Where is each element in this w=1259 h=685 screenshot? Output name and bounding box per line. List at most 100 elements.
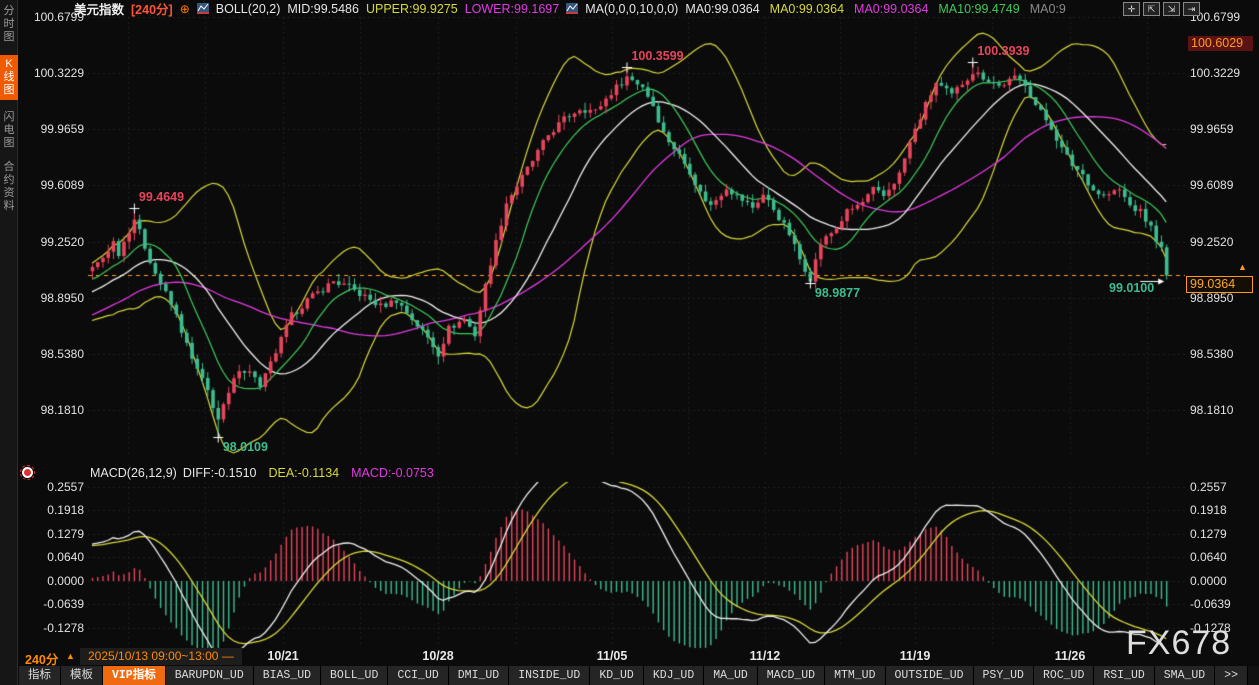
sidebar-tab-time-chart[interactable]: 分 时 图	[0, 5, 18, 44]
price-tick-left: 99.2520	[24, 235, 84, 249]
toolbar-item-MACD_UD[interactable]: MACD_UD	[758, 666, 825, 685]
macd-diff-value: DIFF:-0.1510	[183, 466, 257, 480]
toolbar-item-BARUPDN_UD[interactable]: BARUPDN_UD	[166, 666, 254, 685]
date-11/19: 11/19	[900, 649, 931, 663]
macd-dea-value: DEA:-0.1134	[268, 466, 339, 480]
price-tick-left: 100.3229	[24, 66, 84, 80]
date-10/21: 10/21	[267, 649, 298, 663]
toolbar-item-MTM_UD[interactable]: MTM_UD	[825, 666, 885, 685]
period-up-arrow-icon: ▲	[66, 651, 75, 661]
price-tick-right: 98.1810	[1190, 403, 1233, 417]
symbol-title: 美元指数	[74, 0, 124, 18]
macd-tick-right: 0.2557	[1190, 480, 1227, 494]
toolbar-item-指标[interactable]: 指标	[19, 666, 61, 685]
pan-icon[interactable]: ✛	[1123, 2, 1140, 16]
date-11/05: 11/05	[597, 649, 628, 663]
boll-label: BOLL(20,2)	[216, 2, 281, 16]
toolbar-item-MA_UD[interactable]: MA_UD	[704, 666, 758, 685]
price-tick-right: 99.2520	[1190, 235, 1233, 249]
indicator-settings-icon[interactable]	[22, 467, 33, 478]
scale-left-axis-icon[interactable]: ⇱	[1143, 2, 1160, 16]
toolbar-item-CCI_UD[interactable]: CCI_UD	[388, 666, 448, 685]
sidebar-tab-contract-info[interactable]: 合 约 资 料	[0, 161, 18, 213]
macd-tick-left: 0.1279	[24, 527, 84, 541]
macd-tick-left: 0.2557	[24, 480, 84, 494]
macd-tick-left: -0.0639	[24, 597, 84, 611]
time-range-chip[interactable]: 2025/10/13 09:00~13:00 —	[80, 648, 242, 665]
time-axis-row: 240分 ▲ 2025/10/13 09:00~13:00 — 10/2110/…	[19, 648, 1259, 666]
period-badge[interactable]: [240分]	[131, 0, 173, 18]
ma-group-label: MA(0,0,0,10,0,0)	[585, 2, 678, 16]
macd-tick-right: -0.0639	[1190, 597, 1231, 611]
sidebar-tab-kline-chart[interactable]: K 线 图	[0, 55, 18, 100]
ma-value-1: MA0:99.0364	[770, 2, 844, 16]
marker-98.9877: 98.9877	[815, 286, 860, 300]
toolbar-item-INSIDE_UD[interactable]: INSIDE_UD	[509, 666, 590, 685]
macd-tick-left: 0.0640	[24, 550, 84, 564]
indicator-toolbar: 指标模板VIP指标BARUPDN_UDBIAS_UDBOLL_UDCCI_UDD…	[19, 666, 1259, 685]
boll-lower-value: LOWER:99.1697	[465, 2, 560, 16]
price-tick-left: 99.9659	[24, 122, 84, 136]
date-11/26: 11/26	[1055, 649, 1086, 663]
ma-values: MA0:99.0364 MA0:99.0364 MA0:99.0364 MA10:99…	[685, 2, 1066, 16]
toolbar-item-模板[interactable]: 模板	[61, 666, 103, 685]
toolbar-item-OUTSIDE_UD[interactable]: OUTSIDE_UD	[886, 666, 974, 685]
marker-100.3939: 100.3939	[977, 44, 1029, 58]
sidebar-tab-flash-chart[interactable]: 闪 电 图	[0, 111, 18, 150]
marker-99.0100: 99.0100	[1082, 281, 1154, 295]
ma-indicator-icon[interactable]	[566, 3, 578, 14]
macd-tick-left: -0.1278	[24, 621, 84, 635]
toolbar-item-VIP指标[interactable]: VIP指标	[103, 666, 166, 685]
macd-tick-right: 0.0000	[1190, 574, 1227, 588]
marker-98.0109: 98.0109	[223, 440, 268, 454]
left-sidebar: 分 时 图 K 线 图闪 电 图合 约 资 料	[0, 0, 18, 685]
toolbar-item-KD_UD[interactable]: KD_UD	[590, 666, 644, 685]
macd-tick-left: 0.1918	[24, 503, 84, 517]
toolbar-item->>[interactable]: >>	[1215, 666, 1248, 685]
chart-header: 美元指数 [240分] ⊕ BOLL(20,2) MID:99.5486 UPP…	[74, 1, 1066, 16]
price-tick-left: 98.5380	[24, 347, 84, 361]
macd-tick-right: 0.1918	[1190, 503, 1227, 517]
chart-canvas[interactable]	[0, 0, 1259, 685]
marker-100.3599: 100.3599	[631, 49, 683, 63]
macd-name-label: MACD(26,12,9)	[90, 466, 177, 480]
ma-value-0: MA0:99.0364	[685, 2, 759, 16]
last-price-badge: 99.0364	[1186, 276, 1253, 293]
kline-app: 分 时 图 K 线 图闪 电 图合 约 资 料 美元指数 [240分] ⊕ BOL…	[0, 0, 1259, 685]
toolbar-item-BOLL_UD[interactable]: BOLL_UD	[321, 666, 388, 685]
boll-indicator-icon[interactable]	[197, 3, 209, 14]
toolbar-item-ROC_UD[interactable]: ROC_UD	[1034, 666, 1094, 685]
marker-99.4649: 99.4649	[139, 190, 184, 204]
macd-header: MACD(26,12,9) DIFF:-0.1510 DEA:-0.1134 M…	[90, 466, 434, 480]
price-tick-left: 98.8950	[24, 291, 84, 305]
session-high-badge: 100.6029	[1188, 36, 1253, 51]
macd-tick-left: 0.0000	[24, 574, 84, 588]
toolbar-item-SMA_UD[interactable]: SMA_UD	[1155, 666, 1215, 685]
macd-macd-value: MACD:-0.0753	[351, 466, 434, 480]
toolbar-item-DMI_UD[interactable]: DMI_UD	[449, 666, 509, 685]
price-tick-left: 99.6089	[24, 178, 84, 192]
window-control-icons: ✛⇱⇲⇥	[1123, 2, 1200, 16]
date-10/28: 10/28	[422, 649, 453, 663]
toolbar-item-PSY_UD[interactable]: PSY_UD	[974, 666, 1034, 685]
boll-upper-value: UPPER:99.9275	[366, 2, 458, 16]
shift-right-icon[interactable]: ⇥	[1183, 2, 1200, 16]
price-tick-right: 99.9659	[1190, 122, 1233, 136]
macd-tick-right: 0.1279	[1190, 527, 1227, 541]
ma-value-4: MA0:9	[1030, 2, 1066, 16]
date-11/12: 11/12	[750, 649, 781, 663]
toolbar-item-RSI_UD[interactable]: RSI_UD	[1094, 666, 1154, 685]
scale-right-axis-icon[interactable]: ⇲	[1163, 2, 1180, 16]
toolbar-item-BIAS_UD[interactable]: BIAS_UD	[254, 666, 321, 685]
macd-tick-right: 0.0640	[1190, 550, 1227, 564]
collapse-circle-icon[interactable]: ⊕	[180, 4, 190, 14]
ma-value-3: MA10:99.4749	[938, 2, 1019, 16]
toolbar-item-KDJ_UD[interactable]: KDJ_UD	[644, 666, 704, 685]
boll-mid-value: MID:99.5486	[287, 2, 359, 16]
price-up-arrow-icon: ▲	[1238, 263, 1247, 271]
price-tick-right: 100.3229	[1190, 66, 1240, 80]
price-tick-right: 98.5380	[1190, 347, 1233, 361]
price-tick-left: 98.1810	[24, 403, 84, 417]
ma-value-2: MA0:99.0364	[854, 2, 928, 16]
chip-dash: —	[222, 649, 234, 663]
